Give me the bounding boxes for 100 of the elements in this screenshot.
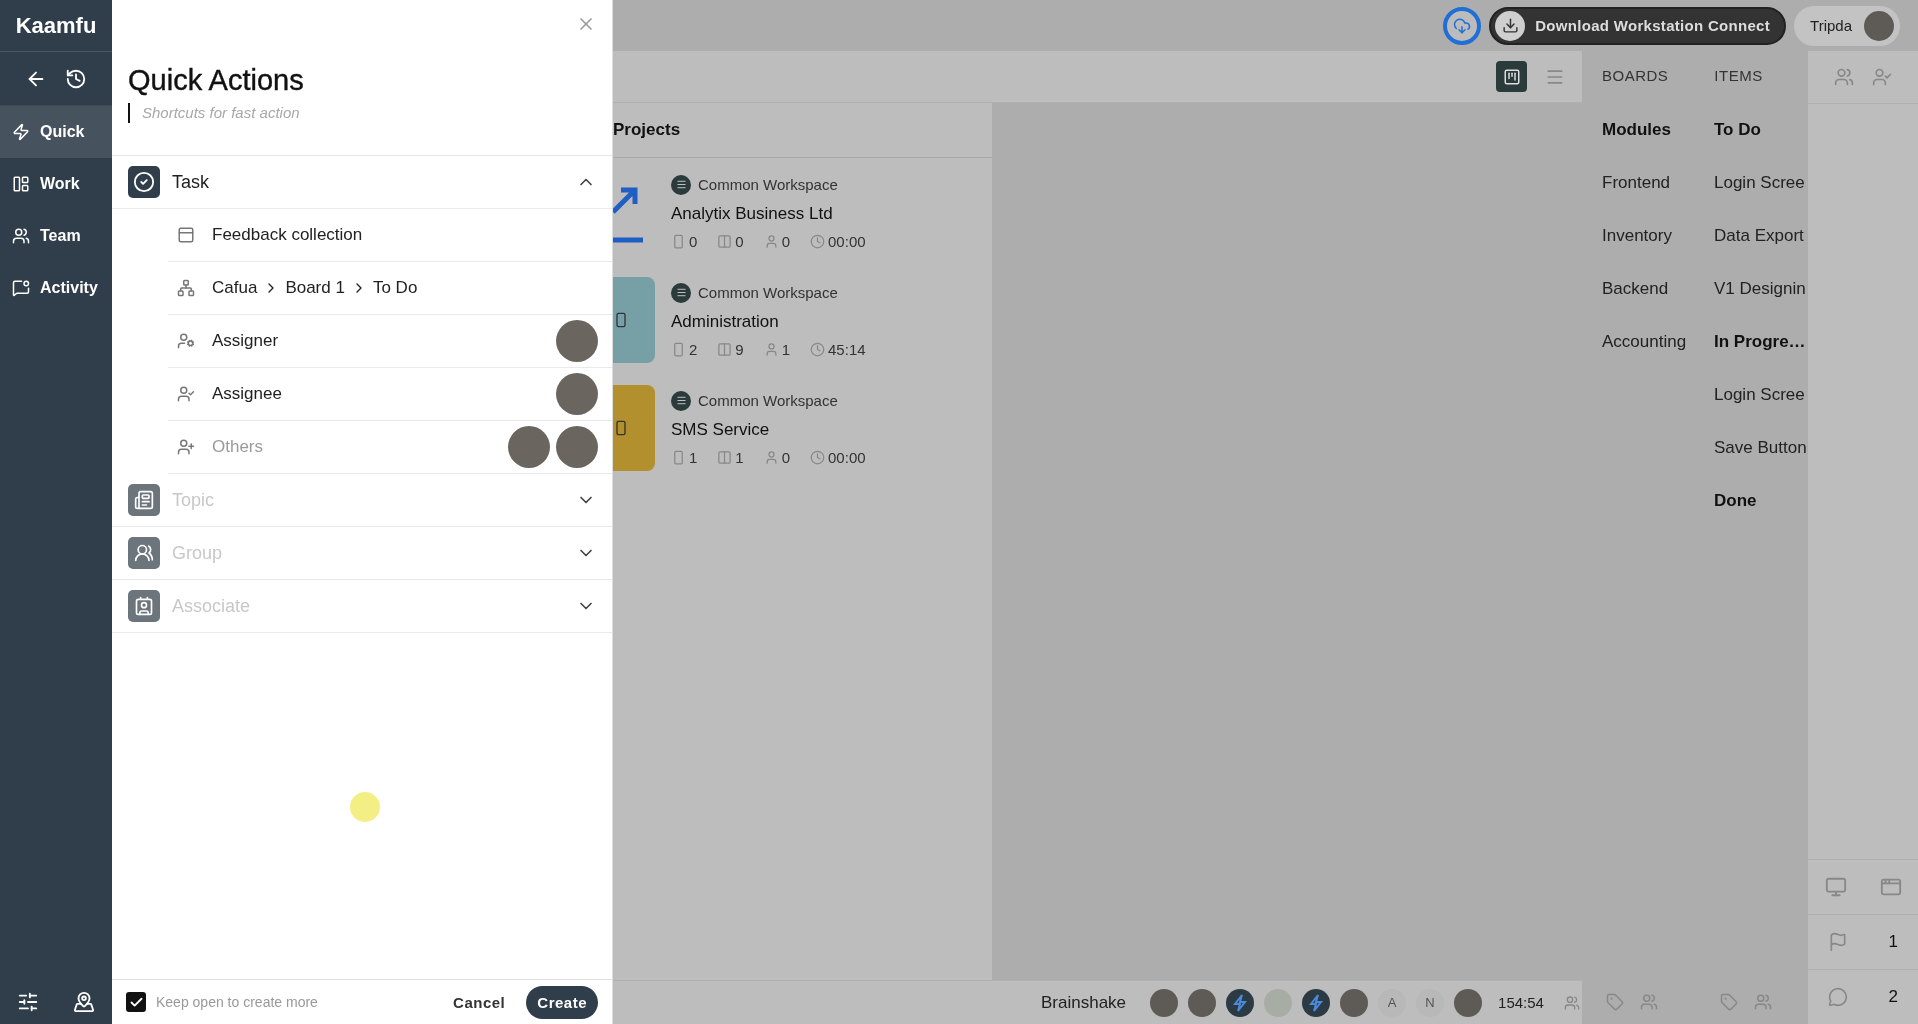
nav-item[interactable]: Work — [0, 158, 112, 210]
board-icon — [717, 449, 733, 465]
user-check-icon[interactable] — [1872, 67, 1892, 87]
board-item[interactable]: Data Export — [1714, 209, 1808, 262]
panel-title: Quick Actions — [128, 64, 305, 97]
clock-icon — [810, 341, 826, 357]
projects-title: Projects — [613, 103, 992, 158]
avatar[interactable]: N — [1416, 988, 1445, 1017]
status-heading: Done — [1714, 489, 1758, 512]
breadcrumb-link[interactable]: Cafua — [212, 278, 258, 298]
user-gear-icon — [177, 332, 195, 350]
status-heading: To Do — [1714, 118, 1762, 141]
download-button[interactable]: Download Workstation Connect — [1489, 6, 1787, 45]
field-label: Assignee — [212, 384, 283, 404]
section-header[interactable]: Task — [112, 156, 612, 209]
section-label: Task — [172, 171, 210, 193]
comment-icon[interactable] — [1828, 987, 1849, 1007]
project-name: SMS Service — [671, 419, 771, 440]
workspace-name: Common Workspace — [698, 176, 838, 193]
avatar — [508, 426, 550, 468]
field-label: Assigner — [212, 331, 280, 351]
cloud-download-icon — [1453, 16, 1472, 35]
window-icon[interactable] — [1879, 876, 1902, 898]
avatar — [556, 373, 598, 415]
nav-item[interactable]: Team — [0, 210, 112, 262]
monitor-icon[interactable] — [1824, 876, 1847, 898]
create-button[interactable]: Create — [526, 985, 598, 1019]
clock-icon — [810, 233, 826, 249]
avatar[interactable] — [1302, 988, 1331, 1017]
board-item[interactable]: Save Button — [1714, 421, 1808, 474]
nav-item[interactable]: Activity — [0, 262, 112, 314]
member-count: 0 — [781, 448, 791, 466]
module-item[interactable]: Accounting — [1602, 315, 1694, 368]
chat-icon — [12, 279, 30, 297]
people-field[interactable]: Assigner — [168, 315, 612, 368]
board-icon — [717, 341, 733, 357]
tab[interactable]: BOARDS — [1602, 67, 1669, 86]
time-spent: 00:00 — [828, 232, 866, 250]
download-icon — [1495, 10, 1526, 41]
user-check-icon — [177, 385, 195, 403]
module-item[interactable]: Backend — [1602, 262, 1694, 315]
people-icon[interactable] — [1834, 67, 1854, 87]
project-row[interactable]: Common Workspace Analytix Business Ltd 0 0 0 00:00 — [613, 158, 992, 266]
breadcrumb-link[interactable]: To Do — [372, 278, 418, 298]
board-item[interactable]: Login Scree — [1714, 368, 1808, 421]
card-count: 0 — [689, 232, 698, 250]
time-spent: 45:14 — [828, 340, 866, 358]
flag-icon[interactable] — [1828, 932, 1849, 952]
workspace-name: Common Workspace — [698, 392, 838, 409]
lightning-logo-icon — [1232, 993, 1249, 1012]
card-icon — [671, 341, 686, 357]
person-icon — [763, 449, 779, 465]
workspace-icon — [671, 282, 691, 303]
avatar[interactable] — [1188, 988, 1217, 1017]
team-icon — [12, 227, 30, 245]
people-field[interactable]: Assignee — [168, 368, 612, 421]
map-pin-icon[interactable] — [73, 991, 95, 1013]
comment-count: 2 — [1888, 987, 1898, 1007]
card-icon — [177, 226, 195, 244]
cloud-download-button[interactable] — [1443, 6, 1482, 45]
cancel-button[interactable]: Cancel — [442, 985, 517, 1019]
workspace-name: Common Workspace — [698, 284, 838, 301]
tab[interactable]: ITEMS — [1714, 67, 1763, 86]
project-row[interactable]: Common Workspace SMS Service 1 1 0 00:00 — [613, 374, 992, 482]
person-icon — [763, 233, 779, 249]
task-title: Feedback collection — [212, 225, 364, 245]
clock-icon — [810, 449, 826, 465]
nav-item[interactable]: Quick — [0, 106, 112, 158]
field-label: Others — [212, 437, 265, 457]
avatar[interactable] — [1226, 988, 1255, 1017]
module-item[interactable]: Frontend — [1602, 156, 1694, 209]
board-item[interactable]: Login Scree — [1714, 156, 1808, 209]
module-item[interactable]: Inventory — [1602, 209, 1694, 262]
user-menu[interactable]: Tripda — [1794, 5, 1900, 46]
breadcrumb-link[interactable]: Board 1 — [285, 278, 345, 298]
lightning-logo-icon — [1308, 993, 1325, 1012]
project-name: Analytix Business Ltd — [671, 203, 834, 224]
project-row[interactable]: Common Workspace Administration 2 9 1 45:14 — [613, 266, 992, 374]
avatar[interactable]: A — [1378, 988, 1407, 1017]
sliders-icon[interactable] — [17, 991, 39, 1013]
avatar[interactable] — [1150, 988, 1179, 1017]
time-spent: 00:00 — [828, 448, 866, 466]
board-icon — [12, 175, 30, 193]
board-view-button[interactable] — [1496, 61, 1527, 92]
board-item[interactable]: V1 Designin — [1714, 262, 1808, 315]
modules-heading: Modules — [1602, 118, 1672, 141]
member-count: 1 — [781, 340, 791, 358]
checkbox[interactable] — [126, 992, 146, 1012]
board-count: 9 — [735, 340, 744, 358]
avatar[interactable] — [1340, 988, 1369, 1017]
avatar[interactable] — [1454, 988, 1483, 1017]
board-count: 1 — [735, 448, 744, 466]
card-icon — [671, 449, 686, 465]
member-count: 0 — [781, 232, 791, 250]
status-heading: In Progre… — [1714, 330, 1807, 353]
checkbox-label: Keep open to create more — [156, 994, 319, 1010]
history-icon[interactable] — [65, 67, 87, 90]
card-count: 2 — [689, 340, 698, 358]
avatar — [556, 426, 598, 468]
people-icon[interactable] — [1563, 994, 1580, 1011]
